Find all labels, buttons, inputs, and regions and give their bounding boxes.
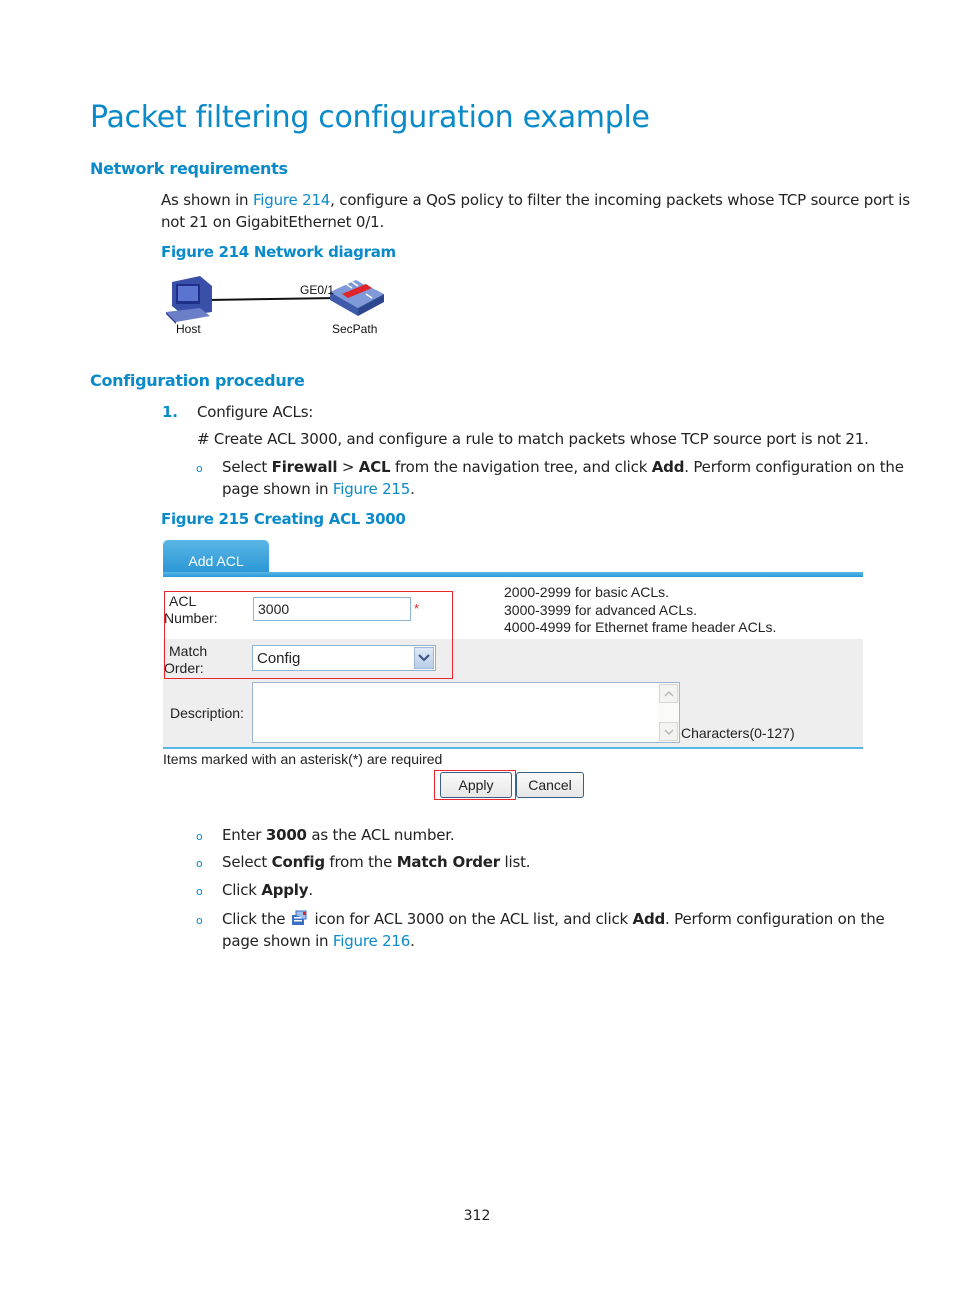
text: . Perform configuration on the	[665, 910, 885, 928]
section-heading-network-requirements: Network requirements	[90, 159, 288, 178]
computer-icon	[166, 276, 212, 324]
figure-214-link[interactable]: Figure 214	[253, 191, 330, 209]
para-text: , configure a QoS policy to filter the i…	[330, 191, 910, 209]
text: icon for ACL 3000 on the ACL list, and c…	[309, 910, 633, 928]
hint-line: 4000-4999 for Ethernet frame header ACLs…	[504, 619, 777, 635]
chevron-up-icon	[663, 690, 674, 697]
section-heading-configuration-procedure: Configuration procedure	[90, 371, 305, 390]
description-textarea[interactable]	[252, 682, 680, 743]
required-note: Items marked with an asterisk(*) are req…	[163, 751, 443, 767]
text: Enter	[222, 826, 266, 844]
para-text: As shown in	[161, 191, 253, 209]
text: .	[410, 480, 415, 498]
text: >	[337, 458, 359, 476]
acl-number-hint: 2000-2999 for basic ACLs. 3000-3999 for …	[504, 584, 776, 637]
text-bold: Apply	[261, 881, 309, 899]
description-scrollbar[interactable]	[658, 683, 679, 742]
acl-rule-icon	[291, 910, 307, 925]
bullet-select-match-order: Select Config from the Match Order list.	[222, 851, 531, 873]
description-hint: Characters(0-127)	[681, 725, 795, 741]
tab-add-acl[interactable]: Add ACL	[163, 540, 269, 576]
description-label: Description:	[170, 705, 244, 721]
bullet-click-apply: Click Apply.	[222, 879, 313, 901]
bullet-click-rule-icon: Click the icon for ACL 3000 on the ACL l…	[222, 908, 885, 952]
bullet-glyph: o	[196, 885, 203, 898]
text-bold: Match Order	[396, 853, 500, 871]
network-diagram: GE0/1 Host SecPath	[160, 272, 400, 342]
cancel-button[interactable]: Cancel	[516, 772, 584, 798]
text: list.	[499, 853, 531, 871]
scroll-up-button[interactable]	[659, 684, 678, 703]
port-label: GE0/1	[300, 283, 335, 297]
network-requirements-paragraph: As shown in Figure 214, configure a QoS …	[161, 189, 910, 233]
hint-line: 3000-3999 for advanced ACLs.	[504, 601, 698, 618]
bullet-glyph: o	[196, 830, 203, 843]
text-bold: 3000	[265, 826, 307, 844]
text: .	[410, 932, 415, 950]
scroll-down-button[interactable]	[659, 722, 678, 741]
firewall-icon	[330, 279, 384, 316]
text: . Perform configuration on the	[684, 458, 904, 476]
text: Click the	[222, 910, 290, 928]
text: as the ACL number.	[306, 826, 455, 844]
text: page shown in	[222, 932, 333, 950]
step-number: 1.	[162, 403, 178, 421]
page-number: 312	[463, 1208, 491, 1224]
figure-216-link[interactable]: Figure 216	[333, 932, 410, 950]
step-1-comment: # Create ACL 3000, and configure a rule …	[197, 430, 869, 448]
bullet-glyph: o	[196, 462, 203, 475]
figure-214-caption: Figure 214 Network diagram	[161, 243, 396, 261]
text: Select	[222, 853, 272, 871]
text-bold: Firewall	[271, 458, 338, 476]
text-bold: Add	[632, 910, 666, 928]
text: Click	[222, 881, 262, 899]
step-1-bullet-select-firewall: Select Firewall > ACL from the navigatio…	[222, 456, 904, 500]
highlight-box	[164, 591, 453, 679]
text-bold: ACL	[358, 458, 391, 476]
apply-highlight-box	[434, 770, 516, 800]
figure-215-caption: Figure 215 Creating ACL 3000	[161, 510, 406, 528]
bullet-glyph: o	[196, 914, 203, 927]
step-1-label: Configure ACLs:	[197, 403, 314, 421]
form-bottom-line	[163, 747, 863, 749]
text-bold: Config	[271, 853, 325, 871]
bullet-enter-acl-number: Enter 3000 as the ACL number.	[222, 824, 455, 846]
para-text: not 21 on GigabitEthernet 0/1.	[161, 213, 385, 231]
text: page shown in	[222, 480, 333, 498]
text: Select	[222, 458, 272, 476]
link-line	[207, 297, 339, 301]
figure-215-link[interactable]: Figure 215	[333, 480, 410, 498]
hint-line: 2000-2999 for basic ACLs.	[504, 584, 669, 600]
text: from the	[324, 853, 397, 871]
text-bold: Add	[651, 458, 685, 476]
host-label: Host	[176, 322, 201, 336]
secpath-label: SecPath	[332, 322, 378, 336]
text: .	[308, 881, 313, 899]
text: from the navigation tree, and click	[390, 458, 652, 476]
bullet-glyph: o	[196, 857, 203, 870]
page-title: Packet filtering configuration example	[90, 100, 650, 135]
chevron-down-icon	[663, 728, 674, 735]
